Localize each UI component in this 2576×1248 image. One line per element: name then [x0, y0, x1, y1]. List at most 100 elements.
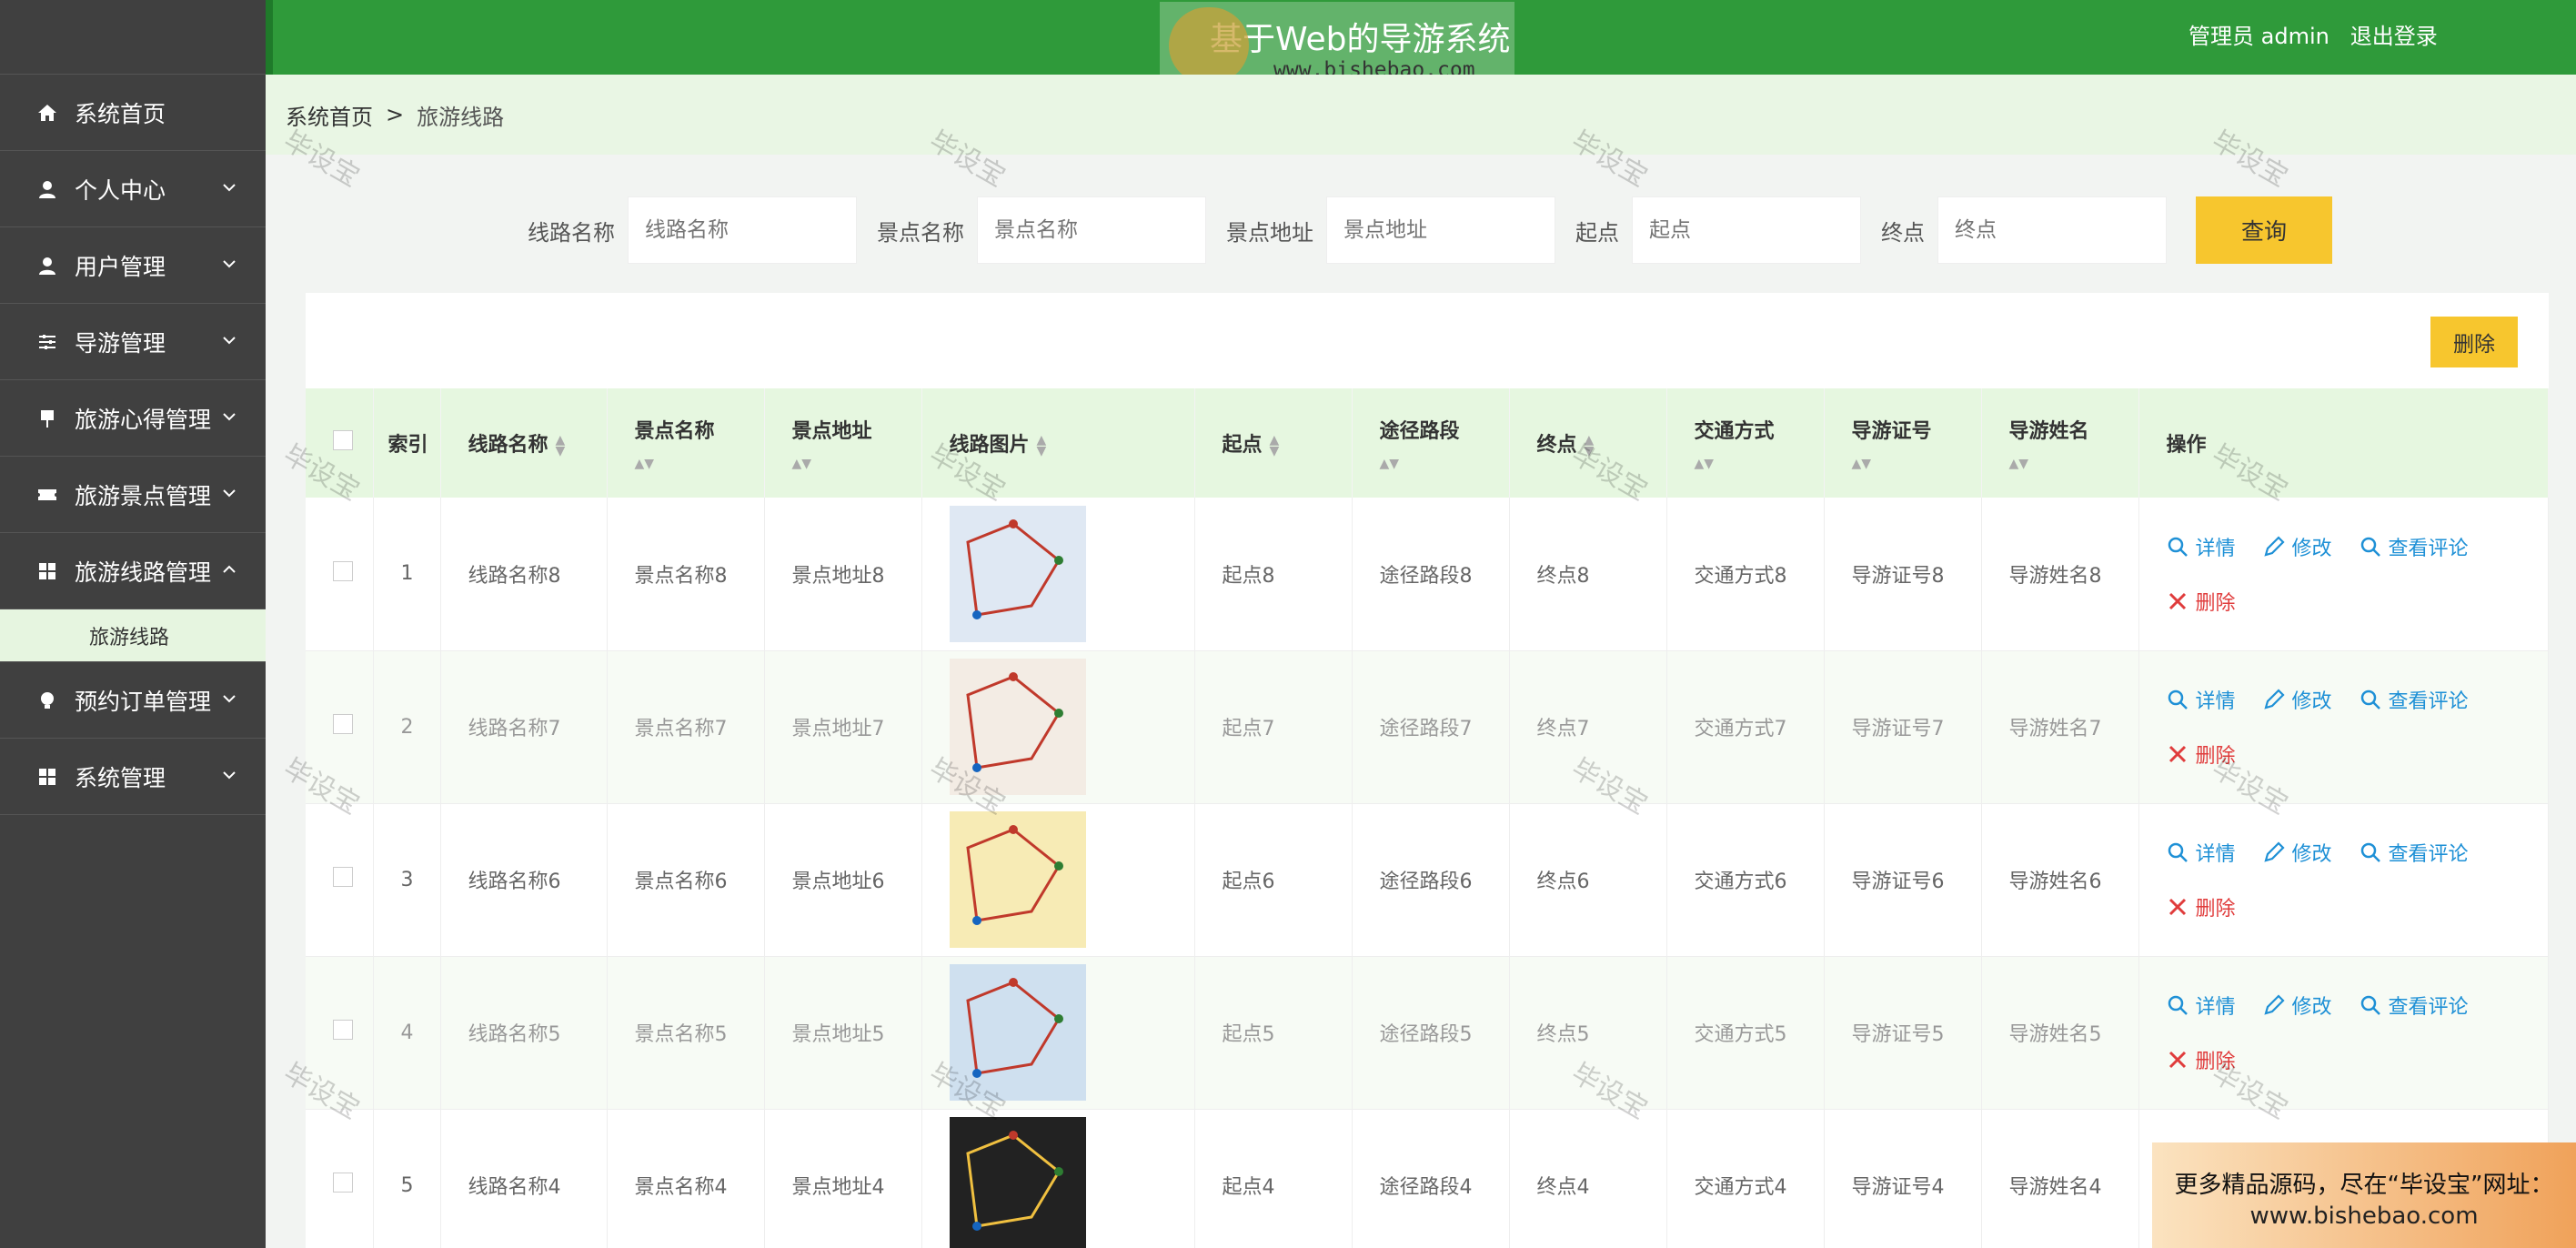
sidebar-item-scenic-spots[interactable]: 旅游景点管理	[0, 457, 266, 533]
sort-icon[interactable]: ▲▼	[2009, 457, 2138, 471]
sidebar-item-personal-center[interactable]: 个人中心	[0, 151, 266, 227]
edit-icon	[2263, 841, 2285, 862]
row-checkbox[interactable]	[333, 1020, 353, 1040]
route-name-input[interactable]	[628, 196, 857, 264]
view-comments-link[interactable]: 查看评论	[2360, 532, 2469, 561]
route-map-image[interactable]	[949, 964, 1086, 1101]
row-checkbox[interactable]	[333, 560, 353, 581]
detail-label: 详情	[2195, 996, 2236, 1019]
table-row: 2 线路名称7 景点名称7 景点地址7 起点7 途径路段7 终点7 交通方式7 导游证号7 导游姓…	[306, 650, 2549, 804]
header-start[interactable]: 起点 ▲ ▼	[1194, 388, 1353, 498]
route-map-image[interactable]	[949, 811, 1086, 948]
sidebar-item-booking-orders[interactable]: 预约订单管理	[0, 662, 266, 739]
row-select-cell[interactable]	[306, 498, 374, 651]
sort-icon[interactable]: ▲▼	[1695, 457, 1824, 471]
cell-guide-cert: 导游证号4	[1824, 1109, 1982, 1248]
cell-route-name-value: 线路名称5	[468, 1023, 561, 1046]
delete-label: 删除	[2195, 591, 2236, 615]
sidebar-item-travel-notes[interactable]: 旅游心得管理	[0, 380, 266, 457]
delete-link[interactable]: 删除	[2167, 587, 2236, 616]
row-select-cell[interactable]	[306, 1109, 374, 1248]
cell-guide-cert-value: 导游证号8	[1851, 564, 1945, 588]
detail-link[interactable]: 详情	[2167, 991, 2236, 1020]
header-index: 索引	[373, 388, 441, 498]
close-icon	[2168, 745, 2186, 763]
breadcrumb-separator: >	[386, 102, 405, 127]
breadcrumb-home[interactable]: 系统首页	[286, 99, 373, 131]
chevron-down-icon	[223, 337, 236, 345]
table-body: 1 线路名称8 景点名称8 景点地址8 起点8 途径路段8 终点8 交通方式8 导游证号8 导游姓…	[306, 498, 2549, 1248]
delete-link[interactable]: 删除	[2167, 740, 2236, 769]
header-guide-name[interactable]: 导游姓名 ▲▼	[1981, 388, 2139, 498]
header-transport[interactable]: 交通方式 ▲▼	[1666, 388, 1825, 498]
cell-end: 终点6	[1509, 803, 1667, 957]
cell-end-value: 终点6	[1536, 871, 1590, 893]
sidebar-item-system-management[interactable]: 系统管理	[0, 739, 266, 815]
row-checkbox[interactable]	[333, 714, 353, 734]
header-guide-cert[interactable]: 导游证号 ▲▼	[1824, 388, 1982, 498]
detail-link[interactable]: 详情	[2167, 838, 2236, 867]
cell-actions: 详情 修改 查看评论 删除	[2138, 803, 2549, 957]
chevron-down-icon	[223, 260, 236, 268]
view-comments-link[interactable]: 查看评论	[2360, 685, 2469, 714]
sort-icon[interactable]: ▲▼	[1380, 457, 1509, 471]
header-path[interactable]: 途径路段 ▲▼	[1352, 388, 1510, 498]
sort-icon[interactable]: ▲▼	[1585, 434, 1595, 458]
promo-line-1: 更多精品源码，尽在“毕设宝”网址：	[2174, 1172, 2554, 1199]
sort-icon[interactable]: ▲▼	[556, 434, 566, 458]
cell-path-value: 途径路段7	[1379, 718, 1473, 740]
cell-index: 1	[373, 498, 441, 651]
detail-link[interactable]: 详情	[2167, 685, 2236, 714]
sidebar-item-route-management[interactable]: 旅游线路管理	[0, 533, 266, 609]
edit-link[interactable]: 修改	[2263, 532, 2332, 561]
cell-start: 起点6	[1194, 803, 1353, 957]
table-panel: 删除 索引 线路名称 ▲ ▼ 景点名称 ▲▼ 景点地址 ▲▼ 线路图片 ▲ ▼ 起点 ▲ ▼ 途…	[306, 293, 2549, 1248]
batch-delete-button[interactable]: 删除	[2430, 317, 2518, 367]
sort-icon[interactable]: ▲▼	[635, 457, 764, 471]
row-select-cell[interactable]	[306, 956, 374, 1110]
spot-address-input[interactable]	[1326, 196, 1555, 264]
route-map-image[interactable]	[949, 659, 1086, 795]
edit-link[interactable]: 修改	[2263, 838, 2332, 867]
detail-link[interactable]: 详情	[2167, 532, 2236, 561]
cell-route-name-value: 线路名称6	[468, 871, 561, 893]
row-checkbox[interactable]	[333, 1173, 353, 1193]
logout-link[interactable]: 退出登录	[2350, 24, 2438, 49]
edit-link[interactable]: 修改	[2263, 991, 2332, 1020]
select-all-checkbox[interactable]	[333, 430, 353, 450]
sort-icon[interactable]: ▲▼	[1270, 434, 1280, 458]
header-spot-address[interactable]: 景点地址 ▲▼	[764, 388, 922, 498]
sidebar-item-user-management[interactable]: 用户管理	[0, 227, 266, 304]
delete-link[interactable]: 删除	[2167, 892, 2236, 921]
sidebar-item-home[interactable]: 系统首页	[0, 75, 266, 151]
cell-end-value: 终点8	[1536, 564, 1590, 588]
header-spot-name[interactable]: 景点名称 ▲▼	[607, 388, 765, 498]
edit-link[interactable]: 修改	[2263, 685, 2332, 714]
delete-link[interactable]: 删除	[2167, 1045, 2236, 1074]
header-route-image[interactable]: 线路图片 ▲ ▼	[921, 388, 1195, 498]
row-select-cell[interactable]	[306, 650, 374, 804]
row-checkbox[interactable]	[333, 867, 353, 887]
sort-icon[interactable]: ▲▼	[1852, 457, 1981, 471]
start-input[interactable]	[1632, 196, 1861, 264]
header-select-all[interactable]	[306, 388, 374, 498]
row-select-cell[interactable]	[306, 803, 374, 957]
sort-icon[interactable]: ▲▼	[792, 457, 921, 471]
header-label: 景点名称	[634, 420, 715, 443]
cell-guide-cert: 导游证号5	[1824, 956, 1982, 1110]
user-icon	[35, 253, 60, 278]
end-input[interactable]	[1937, 196, 2167, 264]
spot-name-input[interactable]	[977, 196, 1206, 264]
promo-banner[interactable]: 更多精品源码，尽在“毕设宝”网址： www.bishebao.com	[2152, 1142, 2576, 1248]
query-button[interactable]: 查询	[2196, 196, 2332, 264]
sidebar-subitem-routes[interactable]: 旅游线路	[0, 609, 266, 662]
sidebar-item-guide-management[interactable]: 导游管理	[0, 304, 266, 380]
header-route-name[interactable]: 线路名称 ▲ ▼	[440, 388, 608, 498]
view-comments-link[interactable]: 查看评论	[2360, 838, 2469, 867]
cell-guide-name-value: 导游姓名6	[2008, 871, 2102, 893]
route-map-image[interactable]	[949, 1117, 1086, 1248]
route-map-image[interactable]	[949, 505, 1086, 642]
header-end[interactable]: 终点 ▲ ▼	[1509, 388, 1667, 498]
view-comments-link[interactable]: 查看评论	[2360, 991, 2469, 1020]
sort-icon[interactable]: ▲▼	[1037, 434, 1047, 458]
